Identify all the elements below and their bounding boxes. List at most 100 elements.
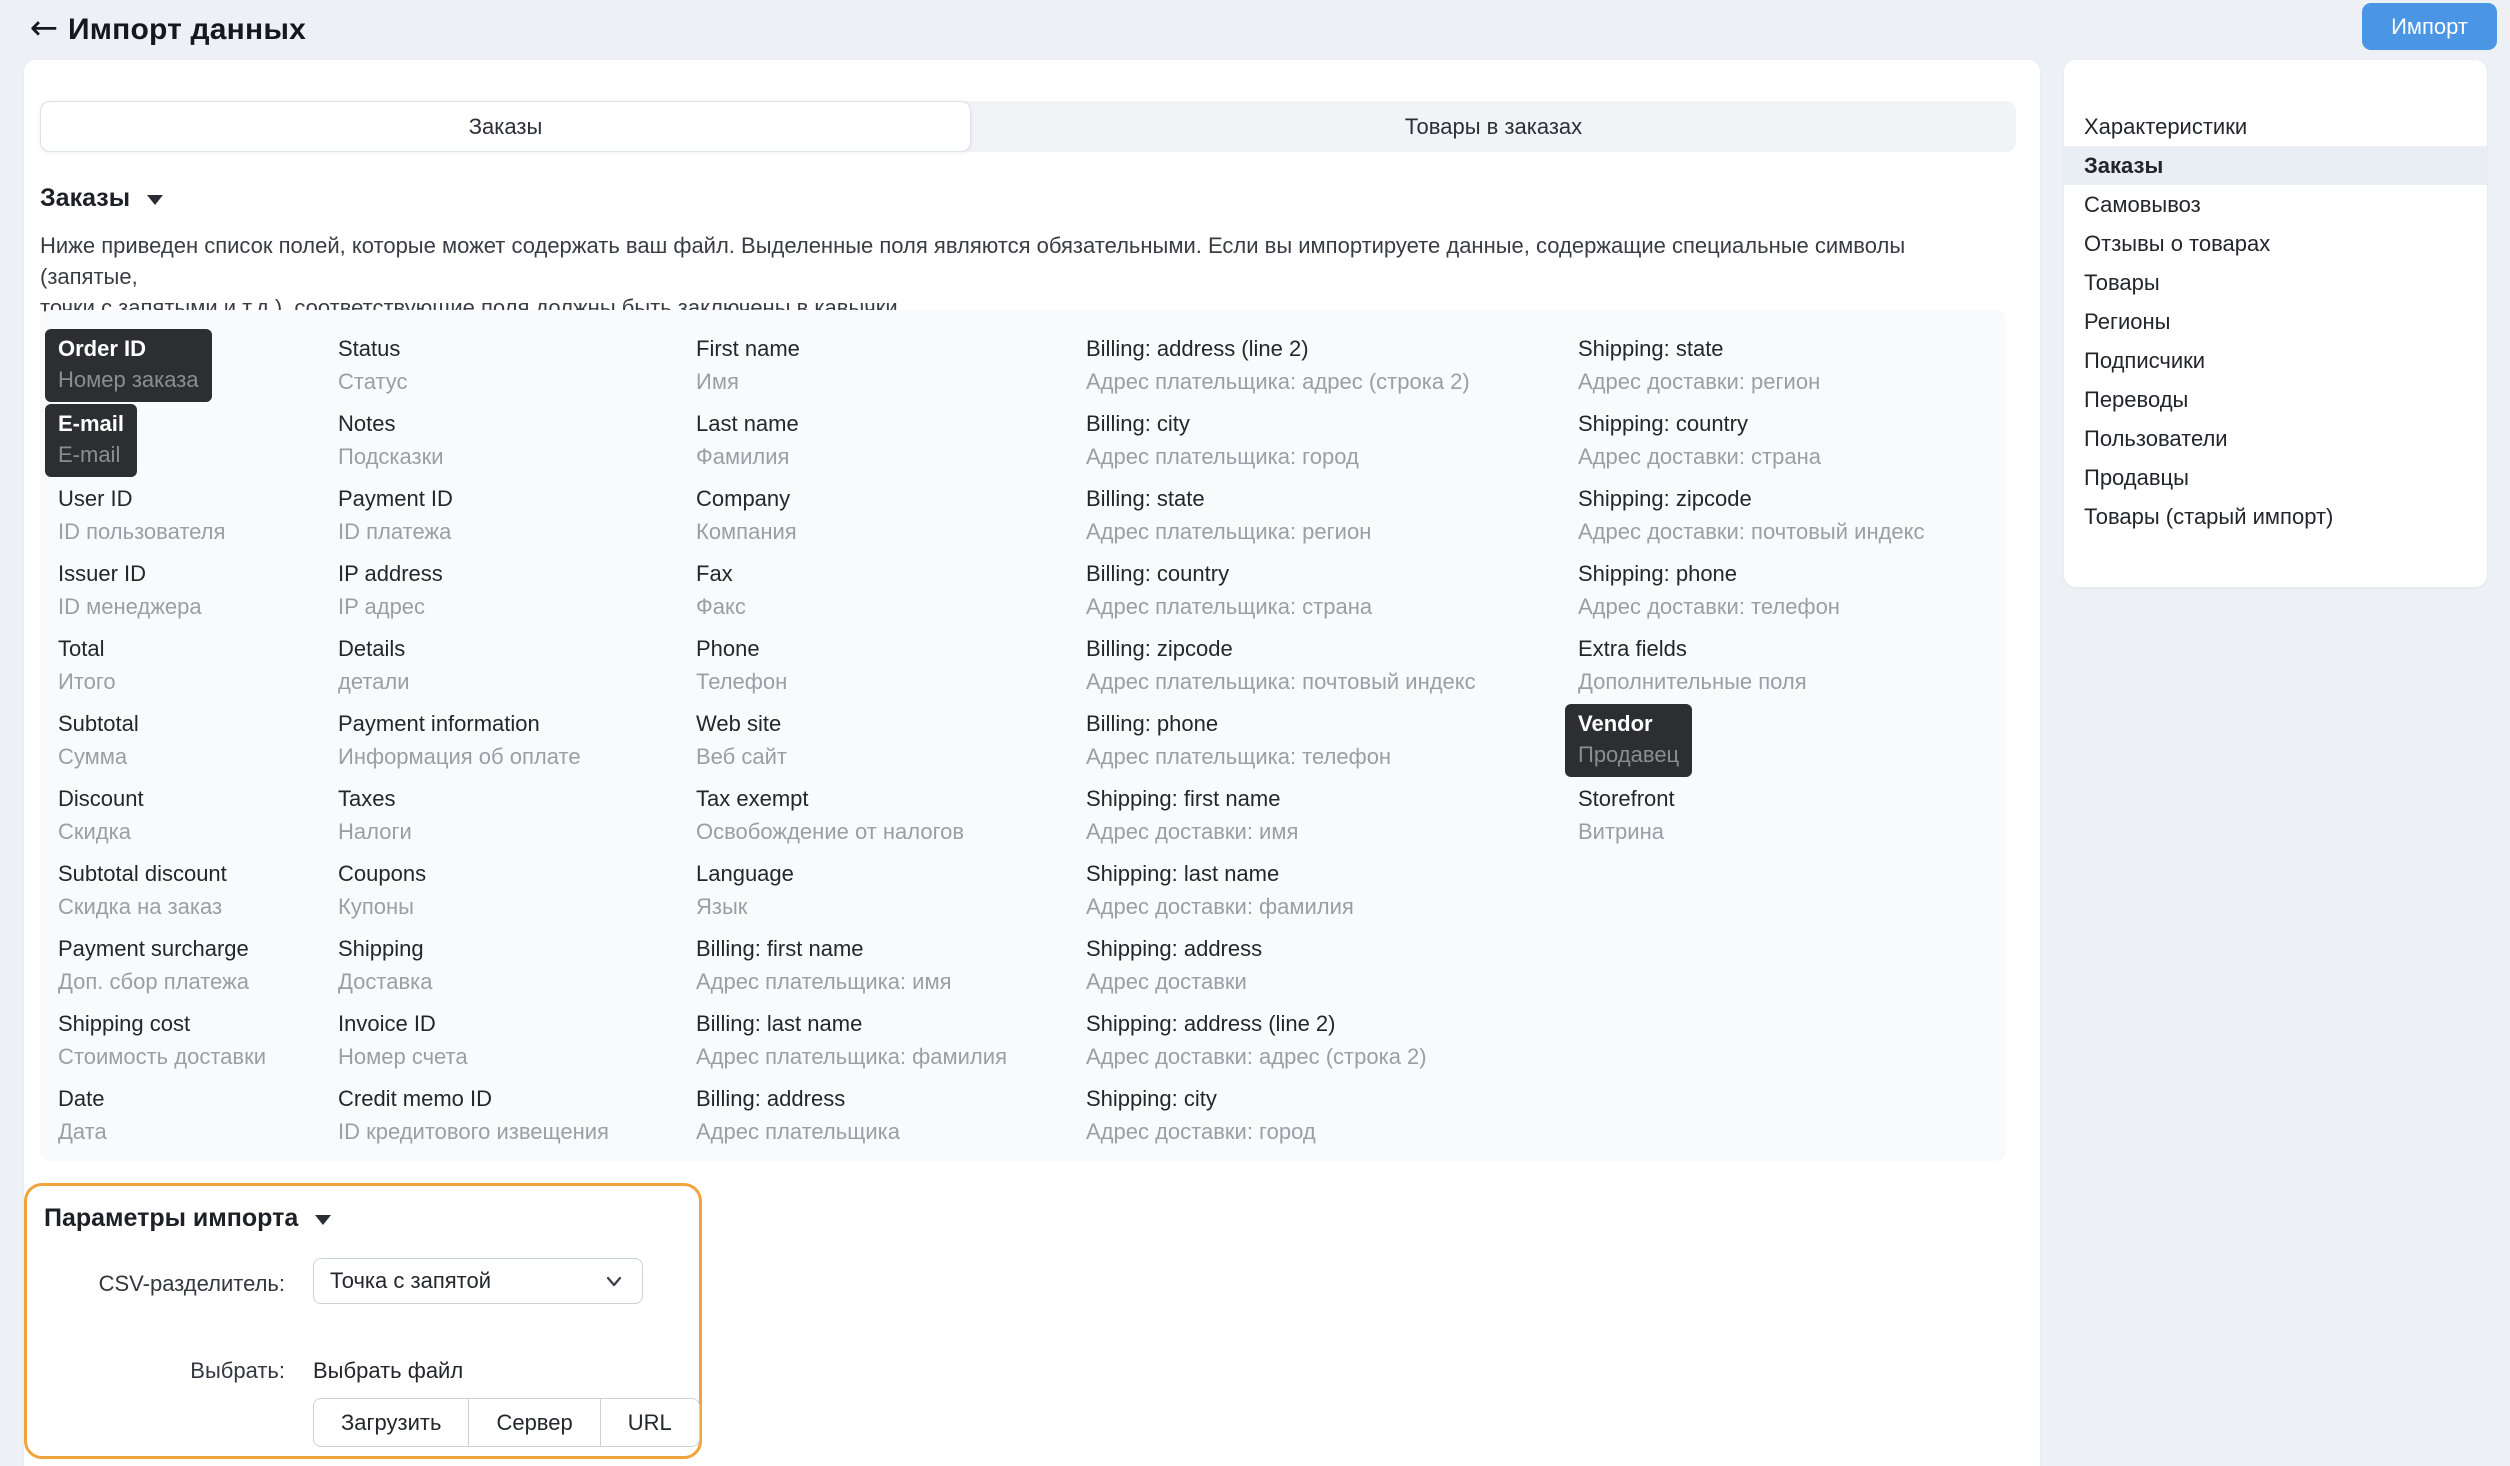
field-name-en: Shipping: address (line 2) [1086,1011,1578,1037]
orders-section-title: Заказы [40,184,130,213]
field-name-en: Billing: zipcode [1086,636,1578,662]
field-item: Payment IDID платежа [338,486,696,561]
page-title: Импорт данных [68,13,306,47]
sidebar-item[interactable]: Переводы [2064,380,2487,419]
field-name-en: Shipping: country [1578,411,1978,437]
orders-section-header[interactable]: Заказы [40,184,163,213]
field-box: Shipping: phoneАдрес доставки: телефон [1578,561,1978,620]
field-name-ru: ID платежа [338,519,696,545]
field-item: Web siteВеб сайт [696,711,1086,786]
field-item: Shipping: addressАдрес доставки [1086,936,1578,1011]
sidebar-item[interactable]: Товары (старый импорт) [2064,497,2487,536]
field-box: Shipping: cityАдрес доставки: город [1086,1086,1578,1145]
field-name-ru: Купоны [338,894,696,920]
upload-local-button[interactable]: Загрузить [313,1398,469,1447]
field-item: Billing: addressАдрес плательщика [696,1086,1086,1161]
tab-order-items[interactable]: Товары в заказах [971,101,2016,152]
field-name-ru: Адрес плательщика: регион [1086,519,1578,545]
field-name-ru: Подсказки [338,444,696,470]
field-name-ru: Адрес доставки: адрес (строка 2) [1086,1044,1578,1070]
field-box: IP addressIP адрес [338,561,696,620]
server-button[interactable]: Сервер [469,1398,600,1447]
field-name-ru: Адрес доставки: почтовый индекс [1578,519,1978,545]
tab-orders[interactable]: Заказы [40,101,971,152]
choose-file-label: Выбрать: [27,1358,285,1384]
field-name-en: Shipping: phone [1578,561,1978,587]
field-name-en: Billing: address [696,1086,1086,1112]
field-name-ru: Адрес плательщика: страна [1086,594,1578,620]
field-item: Shipping costСтоимость доставки [58,1011,338,1086]
field-name-ru: Адрес доставки: имя [1086,819,1578,845]
field-name-en: Shipping: first name [1086,786,1578,812]
field-name-en: Phone [696,636,1086,662]
field-item: Billing: address (line 2)Адрес плательщи… [1086,336,1578,411]
back-arrow-icon[interactable]: ← [22,6,66,50]
csv-delimiter-value: Точка с запятой [330,1268,602,1294]
field-box: User IDID пользователя [58,486,338,545]
field-item: Credit memo IDID кредитового извещения [338,1086,696,1161]
field-name-en: Language [696,861,1086,887]
sidebar-item[interactable]: Подписчики [2064,341,2487,380]
field-item: Billing: cityАдрес плательщика: город [1086,411,1578,486]
field-item: Tax exemptОсвобождение от налогов [696,786,1086,861]
main-card: ЗаказыТовары в заказах Заказы Ниже приве… [24,60,2040,1466]
sidebar-item[interactable]: Регионы [2064,302,2487,341]
field-name-ru: Дата [58,1119,338,1145]
field-name-en: Invoice ID [338,1011,696,1037]
field-item: Subtotal Сумма [58,711,338,786]
field-name-ru: Адрес доставки: город [1086,1119,1578,1145]
field-name-ru: Адрес плательщика: имя [696,969,1086,995]
field-column: Shipping: stateАдрес доставки: регионShi… [1578,336,1978,1161]
field-name-en: Storefront [1578,786,1978,812]
field-name-ru: Адрес доставки [1086,969,1578,995]
csv-delimiter-select[interactable]: Точка с запятой [313,1258,643,1304]
field-name-en: Date [58,1086,338,1112]
url-button[interactable]: URL [601,1398,700,1447]
field-name-en: Billing: country [1086,561,1578,587]
field-name-en: Shipping: last name [1086,861,1578,887]
field-name-ru: Адрес доставки: фамилия [1086,894,1578,920]
field-item: User IDID пользователя [58,486,338,561]
field-box: Detailsдетали [338,636,696,695]
sidebar-item[interactable]: Самовывоз [2064,185,2487,224]
import-button[interactable]: Импорт [2362,3,2497,50]
field-box: Shipping: addressАдрес доставки [1086,936,1578,995]
field-item: ShippingДоставка [338,936,696,1011]
import-params-title: Параметры импорта [44,1204,298,1233]
field-column: Order IDНомер заказаE-mailE-mailUser IDI… [58,336,338,1161]
field-box: Billing: first nameАдрес плательщика: им… [696,936,1086,995]
field-name-ru: Сумма [58,744,338,770]
field-item: CouponsКупоны [338,861,696,936]
field-name-en: Subtotal [58,711,338,737]
import-params-header[interactable]: Параметры импорта [44,1204,331,1233]
field-name-ru: Итого [58,669,338,695]
field-box: ShippingДоставка [338,936,696,995]
field-name-en: Total [58,636,338,662]
field-name-en: Extra fields [1578,636,1978,662]
field-box: Shipping: address (line 2) Адрес доставки… [1086,1011,1578,1070]
sidebar-item[interactable]: Характеристики [2064,107,2487,146]
field-box: LanguageЯзык [696,861,1086,920]
field-column: Billing: address (line 2)Адрес плательщи… [1086,336,1578,1161]
sidebar-item[interactable]: Отзывы о товарах [2064,224,2487,263]
field-item: Subtotal discountСкидка на заказ [58,861,338,936]
field-item: Invoice IDНомер счета [338,1011,696,1086]
field-box: PhoneТелефон [696,636,1086,695]
field-name-en: Vendor [1578,711,1679,737]
sidebar-item[interactable]: Товары [2064,263,2487,302]
field-name-en: Status [338,336,696,362]
field-name-en: Issuer ID [58,561,338,587]
field-name-ru: Адрес плательщика: адрес (строка 2) [1086,369,1578,395]
field-name-ru: Доп. сбор платежа [58,969,338,995]
field-box: Billing: last nameАдрес плательщика: фам… [696,1011,1086,1070]
field-item: Billing: zipcodeАдрес плательщика: почто… [1086,636,1578,711]
sidebar-item[interactable]: Продавцы [2064,458,2487,497]
field-name-en: Details [338,636,696,662]
field-item: FaxФакс [696,561,1086,636]
field-box: Total Итого [58,636,338,695]
field-name-ru: Адрес плательщика: фамилия [696,1044,1086,1070]
sidebar-item[interactable]: Заказы [2064,146,2487,185]
field-item: Date Дата [58,1086,338,1161]
sidebar-item[interactable]: Пользователи [2064,419,2487,458]
field-box: Last nameФамилия [696,411,1086,470]
